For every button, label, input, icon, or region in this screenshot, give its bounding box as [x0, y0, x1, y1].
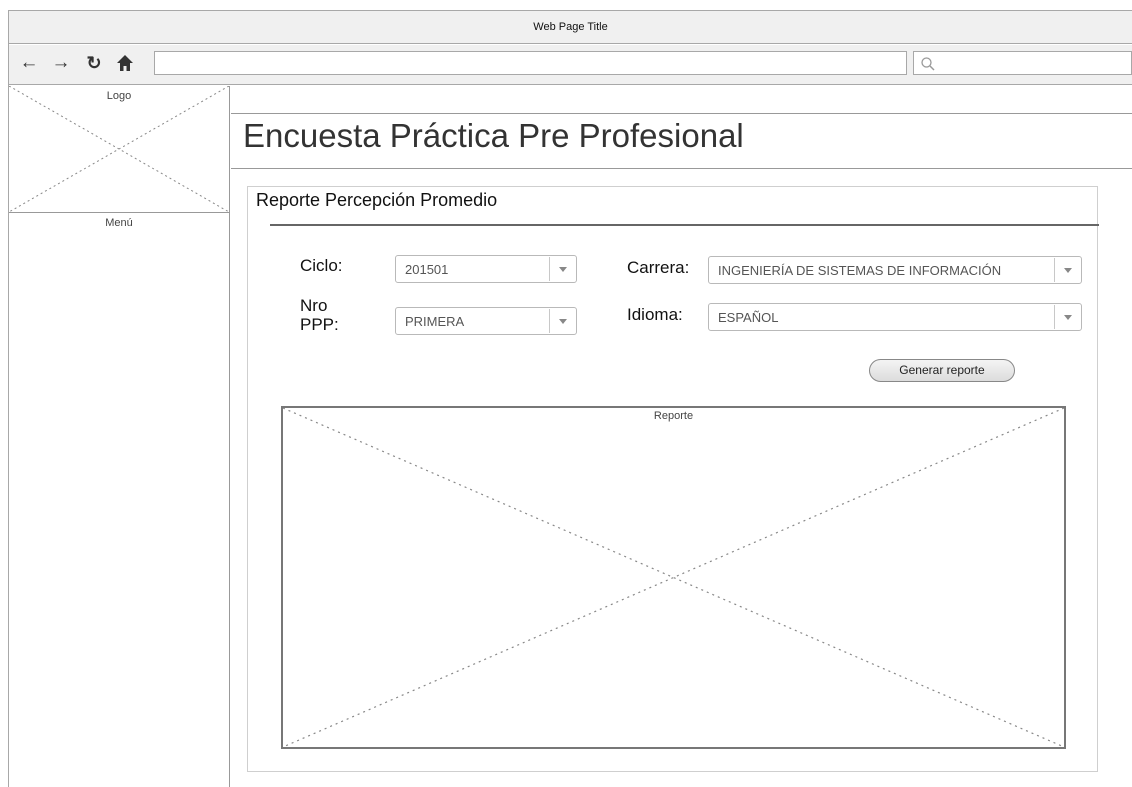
- home-icon[interactable]: [114, 51, 136, 75]
- nro-ppp-label: Nro PPP:: [300, 296, 339, 334]
- generate-report-button[interactable]: Generar reporte: [869, 359, 1015, 382]
- ciclo-select[interactable]: 201501: [395, 255, 577, 283]
- search-input[interactable]: [913, 51, 1132, 75]
- logo-label: Logo: [106, 90, 132, 102]
- menu-label: Menú: [105, 217, 133, 229]
- nro-ppp-label-line2: PPP:: [300, 315, 339, 334]
- idioma-label: Idioma:: [627, 305, 683, 324]
- report-placeholder: Reporte: [281, 406, 1066, 749]
- idioma-select-value: ESPAÑOL: [718, 310, 779, 325]
- chevron-down-icon[interactable]: [549, 257, 575, 281]
- browser-toolbar: ← → ↻: [9, 45, 1132, 85]
- carrera-select[interactable]: INGENIERÍA DE SISTEMAS DE INFORMACIÓN: [708, 256, 1082, 284]
- menu-sidebar: Menú: [9, 213, 230, 787]
- logo-placeholder: Logo: [9, 86, 230, 213]
- carrera-select-value: INGENIERÍA DE SISTEMAS DE INFORMACIÓN: [718, 263, 1002, 278]
- idioma-select[interactable]: ESPAÑOL: [708, 303, 1082, 331]
- reload-icon[interactable]: ↻: [83, 51, 105, 75]
- ciclo-label: Ciclo:: [300, 256, 343, 275]
- ciclo-select-value: 201501: [405, 262, 449, 277]
- forward-icon[interactable]: →: [50, 51, 72, 75]
- search-icon: [921, 57, 935, 71]
- panel-title: Reporte Percepción Promedio: [256, 190, 498, 210]
- nro-ppp-label-line1: Nro: [300, 296, 328, 315]
- carrera-label: Carrera:: [627, 258, 690, 277]
- back-icon[interactable]: ←: [18, 51, 40, 75]
- chevron-down-icon[interactable]: [1054, 305, 1080, 329]
- panel-divider: [270, 224, 1099, 226]
- report-label: Reporte: [653, 410, 694, 422]
- report-panel: Reporte Percepción Promedio Ciclo: 20150…: [247, 186, 1099, 772]
- page-title: Encuesta Práctica Pre Profesional: [243, 117, 744, 154]
- nro-ppp-select-value: PRIMERA: [405, 314, 465, 329]
- address-bar[interactable]: [154, 51, 907, 75]
- nro-ppp-select[interactable]: PRIMERA: [395, 307, 577, 335]
- chevron-down-icon[interactable]: [549, 309, 575, 333]
- page-header: Encuesta Práctica Pre Profesional: [231, 113, 1132, 169]
- chevron-down-icon[interactable]: [1054, 258, 1080, 282]
- window-title: Web Page Title: [9, 11, 1132, 44]
